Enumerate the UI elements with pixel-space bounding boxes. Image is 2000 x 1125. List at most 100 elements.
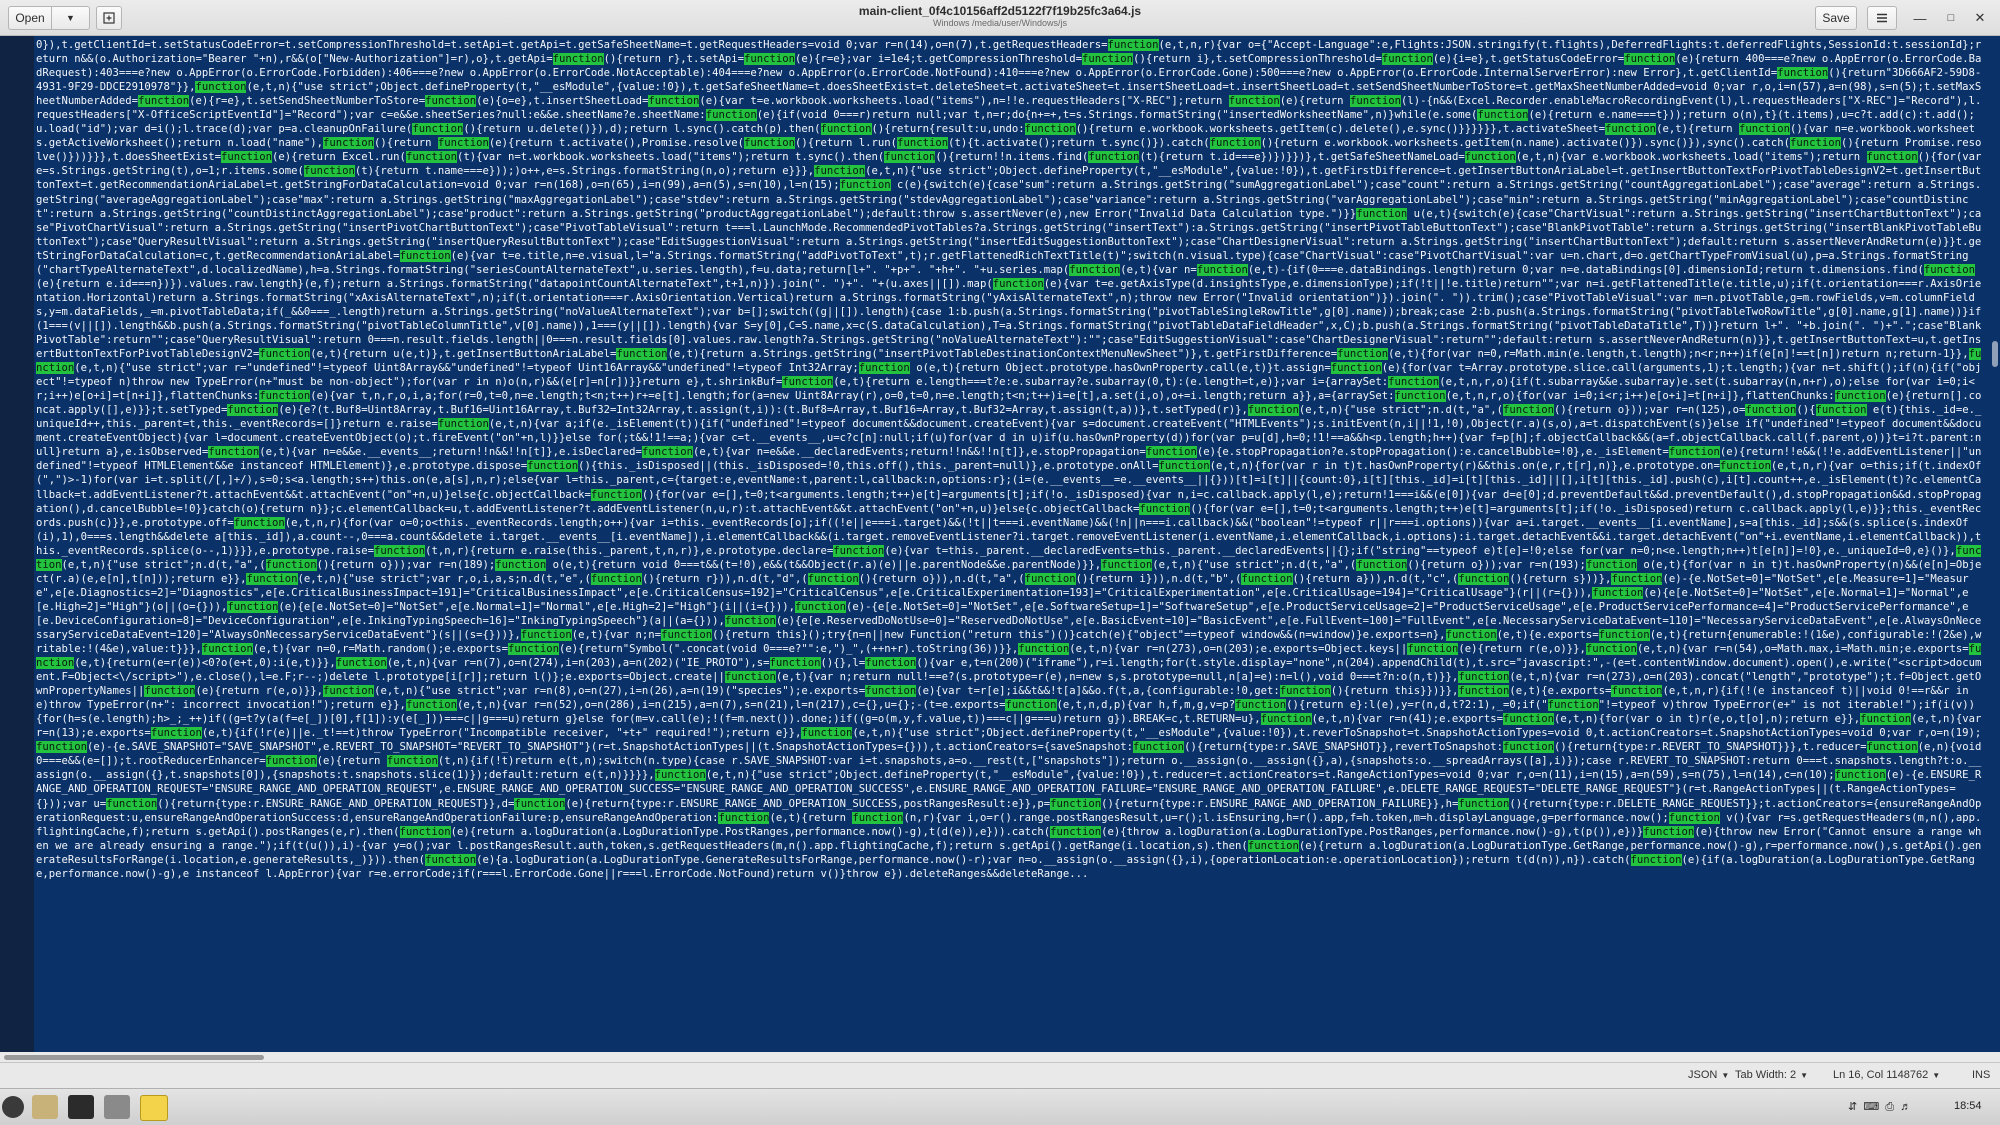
function-keyword-highlight: function [552, 53, 604, 66]
function-keyword-highlight: function [769, 657, 821, 670]
function-keyword-highlight: function [1445, 628, 1497, 641]
function-keyword-highlight: function [1349, 95, 1401, 108]
code-text[interactable]: 0}),t.getClientId=t.setStatusCodeError=t… [36, 38, 1984, 1058]
function-keyword-highlight: function [227, 600, 279, 613]
function-keyword-highlight: function [1592, 586, 1644, 599]
vertical-scroll-thumb[interactable] [1992, 341, 1998, 367]
horizontal-scroll-thumb[interactable] [4, 1055, 264, 1060]
function-keyword-highlight: function [1502, 404, 1554, 417]
close-button[interactable]: ✕ [1970, 8, 1990, 28]
function-keyword-highlight: function [1005, 699, 1057, 712]
function-keyword-highlight: function [208, 446, 260, 459]
function-keyword-highlight: function [1598, 628, 1650, 641]
function-keyword-highlight: function [1458, 797, 1510, 810]
function-keyword-highlight: function [782, 376, 834, 389]
function-keyword-highlight: function [795, 600, 847, 613]
function-keyword-highlight: function [1279, 685, 1331, 698]
function-keyword-highlight: function [36, 544, 1982, 571]
close-icon: ✕ [1974, 10, 1986, 25]
function-keyword-highlight: function [1547, 699, 1599, 712]
function-keyword-highlight: function [36, 741, 88, 754]
function-keyword-highlight: function [399, 249, 451, 262]
horizontal-scrollbar[interactable] [0, 1052, 2000, 1062]
editor-area[interactable]: 0}),t.getClientId=t.setStatusCodeError=t… [0, 36, 2000, 1062]
function-keyword-highlight: function [227, 404, 279, 417]
function-keyword-highlight: function [1356, 558, 1408, 571]
function-keyword-highlight: function [1018, 643, 1070, 656]
vertical-scrollbar[interactable] [1986, 36, 2000, 1062]
function-keyword-highlight: function [1790, 137, 1842, 150]
function-keyword-highlight: function [1241, 572, 1293, 585]
minimize-button[interactable]: — [1910, 8, 1930, 28]
hamburger-menu-button[interactable] [1867, 6, 1897, 30]
function-keyword-highlight: function [259, 390, 311, 403]
function-keyword-highlight: function [437, 137, 489, 150]
terminal-icon[interactable] [68, 1095, 94, 1119]
cursor-position-label: Ln 16, Col 1148762 [1833, 1069, 1929, 1081]
function-keyword-highlight: function [520, 628, 572, 641]
function-keyword-highlight: function [233, 516, 285, 529]
function-keyword-highlight: function [1738, 123, 1791, 136]
function-keyword-highlight: function [865, 685, 917, 698]
function-keyword-highlight: function [1860, 713, 1912, 726]
function-keyword-highlight: function [1611, 572, 1663, 585]
insert-mode-indicator[interactable]: INS [1972, 1069, 1990, 1081]
function-keyword-highlight: function [265, 558, 317, 571]
language-selector[interactable]: JSON ▼ [1688, 1069, 1729, 1081]
function-keyword-highlight: function [1834, 769, 1886, 782]
function-keyword-highlight: function [807, 572, 859, 585]
function-keyword-highlight: function [246, 572, 298, 585]
function-keyword-highlight: function [1394, 390, 1446, 403]
function-keyword-highlight: function [1624, 53, 1676, 66]
function-keyword-highlight: function [514, 797, 566, 810]
tab-width-selector[interactable]: Tab Width: 2 ▼ [1735, 1069, 1808, 1081]
file-path: Windows /media/user/Windows/js [932, 18, 1068, 28]
save-label: Save [1822, 11, 1850, 25]
function-keyword-highlight: function [1337, 348, 1389, 361]
function-keyword-highlight: function [1502, 713, 1554, 726]
function-keyword-highlight: function [195, 81, 247, 94]
function-keyword-highlight: function [1668, 446, 1720, 459]
function-keyword-highlight: function [1235, 699, 1287, 712]
system-menu-icon[interactable] [2, 1096, 24, 1118]
function-keyword-highlight: function [323, 137, 375, 150]
function-keyword-highlight: function [1464, 151, 1516, 164]
function-keyword-highlight: function [1585, 558, 1637, 571]
file-manager-icon[interactable] [32, 1095, 58, 1119]
text-editor-icon[interactable] [140, 1095, 168, 1121]
function-keyword-highlight: function [412, 123, 464, 136]
function-keyword-highlight: function [1585, 643, 1637, 656]
new-tab-button[interactable] [96, 6, 122, 30]
save-button[interactable]: Save [1815, 6, 1857, 30]
function-keyword-highlight: function [641, 446, 693, 459]
chevron-down-icon: ▼ [1800, 1070, 1809, 1080]
open-button[interactable]: Open [8, 6, 51, 30]
function-keyword-highlight: function [36, 643, 1982, 670]
cursor-position-selector[interactable]: Ln 16, Col 1148762 ▼ [1833, 1069, 1940, 1081]
printer-icon[interactable]: ⎙ [1885, 1101, 1894, 1113]
function-keyword-highlight: function [820, 123, 872, 136]
function-keyword-highlight: function [884, 151, 936, 164]
function-keyword-highlight: function [992, 277, 1044, 290]
function-keyword-highlight: function [1668, 811, 1720, 824]
network-icon[interactable]: ⇵ [1848, 1101, 1857, 1113]
maximize-button[interactable]: □ [1941, 8, 1961, 28]
keyboard-icon[interactable]: ⌨ [1863, 1101, 1879, 1113]
open-recent-dropdown[interactable]: ▼ [51, 6, 90, 30]
function-keyword-highlight: function [201, 643, 253, 656]
taskbar: ⇵ ⌨ ⎙ ♬ 18:54 [0, 1088, 2000, 1125]
clock[interactable]: 18:54 [1954, 1100, 1982, 1112]
function-keyword-highlight: function [1101, 558, 1153, 571]
volume-icon[interactable]: ♬ [1900, 1101, 1911, 1113]
function-keyword-highlight: function [616, 348, 668, 361]
function-keyword-highlight: function [648, 95, 700, 108]
function-keyword-highlight: function [865, 657, 917, 670]
file-title: main-client_0f4c10156aff2d5122f7f19b25fc… [858, 4, 1142, 18]
function-keyword-highlight: function [1260, 713, 1312, 726]
function-keyword-highlight: function [1815, 404, 1867, 417]
function-keyword-highlight: function [801, 727, 853, 740]
function-keyword-highlight: function [425, 853, 477, 866]
function-keyword-highlight: function [590, 488, 642, 501]
function-keyword-highlight: function [36, 348, 1982, 375]
trash-icon[interactable] [104, 1095, 130, 1119]
